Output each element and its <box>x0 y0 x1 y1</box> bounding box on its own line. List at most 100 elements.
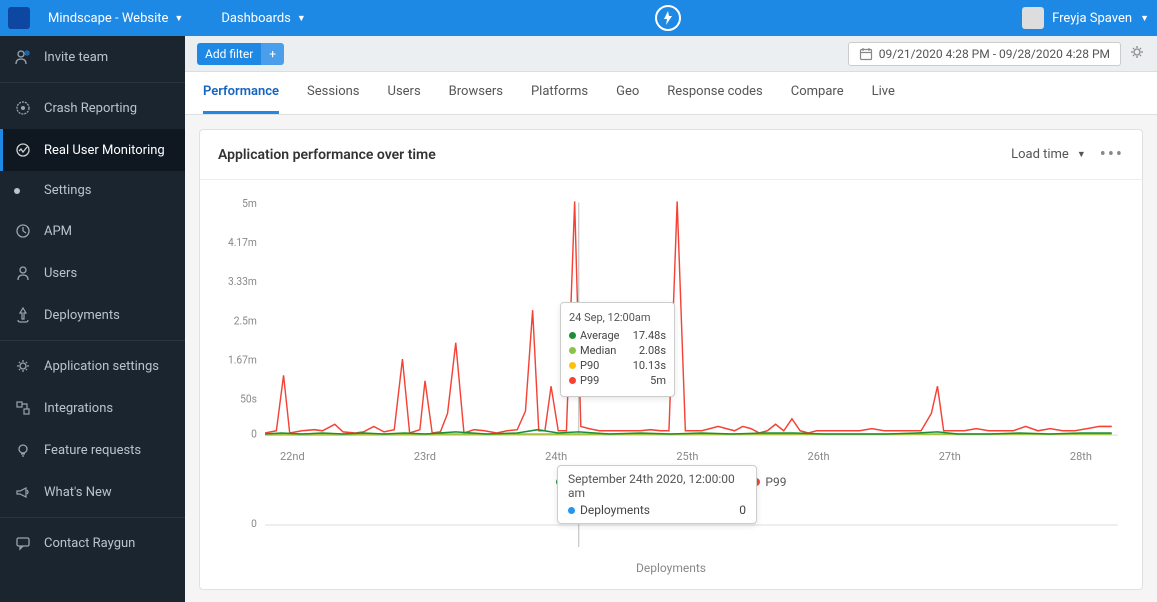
sidebar-item-label: Contact Raygun <box>44 536 135 551</box>
more-menu-button[interactable]: ••• <box>1100 144 1124 165</box>
chat-icon <box>14 534 32 552</box>
deployments-tooltip: September 24th 2020, 12:00:00 am Deploym… <box>557 465 757 524</box>
sidebar-item-label: Real User Monitoring <box>44 143 165 158</box>
settings-gear-button[interactable] <box>1129 44 1145 64</box>
sidebar-separator <box>0 517 185 518</box>
sidebar-item-contact[interactable]: Contact Raygun <box>0 522 185 564</box>
integrations-icon <box>14 399 32 417</box>
chevron-down-icon: ▼ <box>297 13 306 24</box>
sidebar-item-settings[interactable]: Settings <box>0 171 185 210</box>
tooltip-header: September 24th 2020, 12:00:00 am <box>568 472 746 500</box>
svg-text:1.67m: 1.67m <box>228 353 257 366</box>
xtick: 26th <box>808 450 830 463</box>
sidebar-item-whatsnew[interactable]: What's New <box>0 471 185 513</box>
svg-text:4.17m: 4.17m <box>228 236 257 249</box>
tab-platforms[interactable]: Platforms <box>531 72 588 114</box>
bolt-icon <box>662 11 674 25</box>
plus-icon[interactable]: + <box>261 43 284 65</box>
avatar <box>1022 7 1044 29</box>
sidebar-item-label: Invite team <box>44 50 108 65</box>
add-filter-label: Add filter <box>197 43 261 65</box>
tab-compare[interactable]: Compare <box>791 72 844 114</box>
users-icon <box>14 264 32 282</box>
dashboards-selector[interactable]: Dashboards ▼ <box>213 7 314 30</box>
xtick: 24th <box>545 450 567 463</box>
svg-text:50s: 50s <box>240 392 257 405</box>
tab-live[interactable]: Live <box>872 72 895 114</box>
card-title: Application performance over time <box>218 147 436 163</box>
sidebar-item-apm[interactable]: APM <box>0 210 185 252</box>
calendar-icon <box>859 47 873 61</box>
tab-response-codes[interactable]: Response codes <box>667 72 763 114</box>
sidebar-item-label: What's New <box>44 485 112 500</box>
bulb-icon <box>14 441 32 459</box>
sidebar-item-feature[interactable]: Feature requests <box>0 429 185 471</box>
svg-text:3.33m: 3.33m <box>228 275 257 288</box>
svg-text:2.5m: 2.5m <box>234 314 257 327</box>
card-header: Application performance over time Load t… <box>200 130 1142 180</box>
rum-icon <box>14 141 32 159</box>
tab-performance[interactable]: Performance <box>203 72 279 114</box>
svg-text:5m: 5m <box>242 197 257 210</box>
dot-icon <box>568 507 575 514</box>
toolbar: Add filter + 09/21/2020 4:28 PM - 09/28/… <box>185 36 1157 72</box>
sidebar-separator <box>0 82 185 83</box>
bolt-button[interactable] <box>655 5 681 31</box>
xtick: 23rd <box>414 450 436 463</box>
dot-icon <box>569 347 576 354</box>
tab-geo[interactable]: Geo <box>616 72 639 114</box>
performance-card: Application performance over time Load t… <box>199 129 1143 590</box>
dot-icon <box>569 377 576 384</box>
chevron-down-icon: ▼ <box>1077 149 1086 160</box>
chart-tooltip: 24 Sep, 12:00am Average17.48s Median2.08… <box>560 302 675 397</box>
topbar-center <box>314 5 1022 31</box>
sidebar-item-users[interactable]: Users <box>0 252 185 294</box>
deploy-icon <box>14 306 32 324</box>
tab-users[interactable]: Users <box>388 72 421 114</box>
svg-text:0: 0 <box>251 519 257 530</box>
sidebar: Invite team Crash Reporting Real User Mo… <box>0 36 185 602</box>
sidebar-item-label: Users <box>44 266 77 281</box>
main: Add filter + 09/21/2020 4:28 PM - 09/28/… <box>185 36 1157 602</box>
gear-icon <box>14 357 32 375</box>
apm-icon <box>14 222 32 240</box>
sidebar-item-invite[interactable]: Invite team <box>0 36 185 78</box>
app-logo-icon <box>8 7 30 29</box>
legend-item[interactable]: P99 <box>752 475 786 489</box>
sidebar-item-deployments[interactable]: Deployments <box>0 294 185 336</box>
topbar: Mindscape - Website ▼ Dashboards ▼ Freyj… <box>0 0 1157 36</box>
user-menu[interactable]: Freyja Spaven ▼ <box>1022 7 1149 29</box>
xtick: 28th <box>1070 450 1092 463</box>
invite-icon <box>14 48 32 66</box>
sidebar-item-label: Feature requests <box>44 443 141 458</box>
daterange-picker[interactable]: 09/21/2020 4:28 PM - 09/28/2020 4:28 PM <box>848 42 1121 66</box>
sidebar-item-crash[interactable]: Crash Reporting <box>0 87 185 129</box>
sidebar-separator <box>0 340 185 341</box>
bullet-icon <box>14 188 20 194</box>
add-filter-button[interactable]: Add filter + <box>197 43 284 65</box>
tooltip-header: 24 Sep, 12:00am <box>569 311 666 324</box>
app-selector[interactable]: Mindscape - Website ▼ <box>40 7 191 30</box>
sidebar-item-label: Settings <box>44 183 91 198</box>
deployments-label: Deployments <box>200 557 1142 589</box>
load-time-dropdown[interactable]: Load time ▼ <box>1011 147 1086 162</box>
megaphone-icon <box>14 483 32 501</box>
sidebar-item-rum[interactable]: Real User Monitoring <box>0 129 185 171</box>
user-name: Freyja Spaven <box>1052 11 1132 26</box>
sidebar-item-integrations[interactable]: Integrations <box>0 387 185 429</box>
tab-sessions[interactable]: Sessions <box>307 72 360 114</box>
sidebar-item-label: Deployments <box>44 308 120 323</box>
dashboards-label: Dashboards <box>221 11 291 26</box>
daterange-text: 09/21/2020 4:28 PM - 09/28/2020 4:28 PM <box>879 47 1110 61</box>
xtick: 25th <box>676 450 698 463</box>
chevron-down-icon: ▼ <box>174 13 183 24</box>
chart-area: 5m 4.17m 3.33m 2.5m 1.67m 50s 0 <box>200 180 1142 467</box>
sidebar-item-label: APM <box>44 224 72 239</box>
sidebar-item-label: Crash Reporting <box>44 101 137 116</box>
sidebar-item-label: Application settings <box>44 359 159 374</box>
xtick: 22nd <box>280 450 305 463</box>
x-axis: 22nd 23rd 24th 25th 26th 27th 28th <box>220 446 1122 463</box>
tab-browsers[interactable]: Browsers <box>449 72 503 114</box>
sidebar-item-appsettings[interactable]: Application settings <box>0 345 185 387</box>
crash-icon <box>14 99 32 117</box>
